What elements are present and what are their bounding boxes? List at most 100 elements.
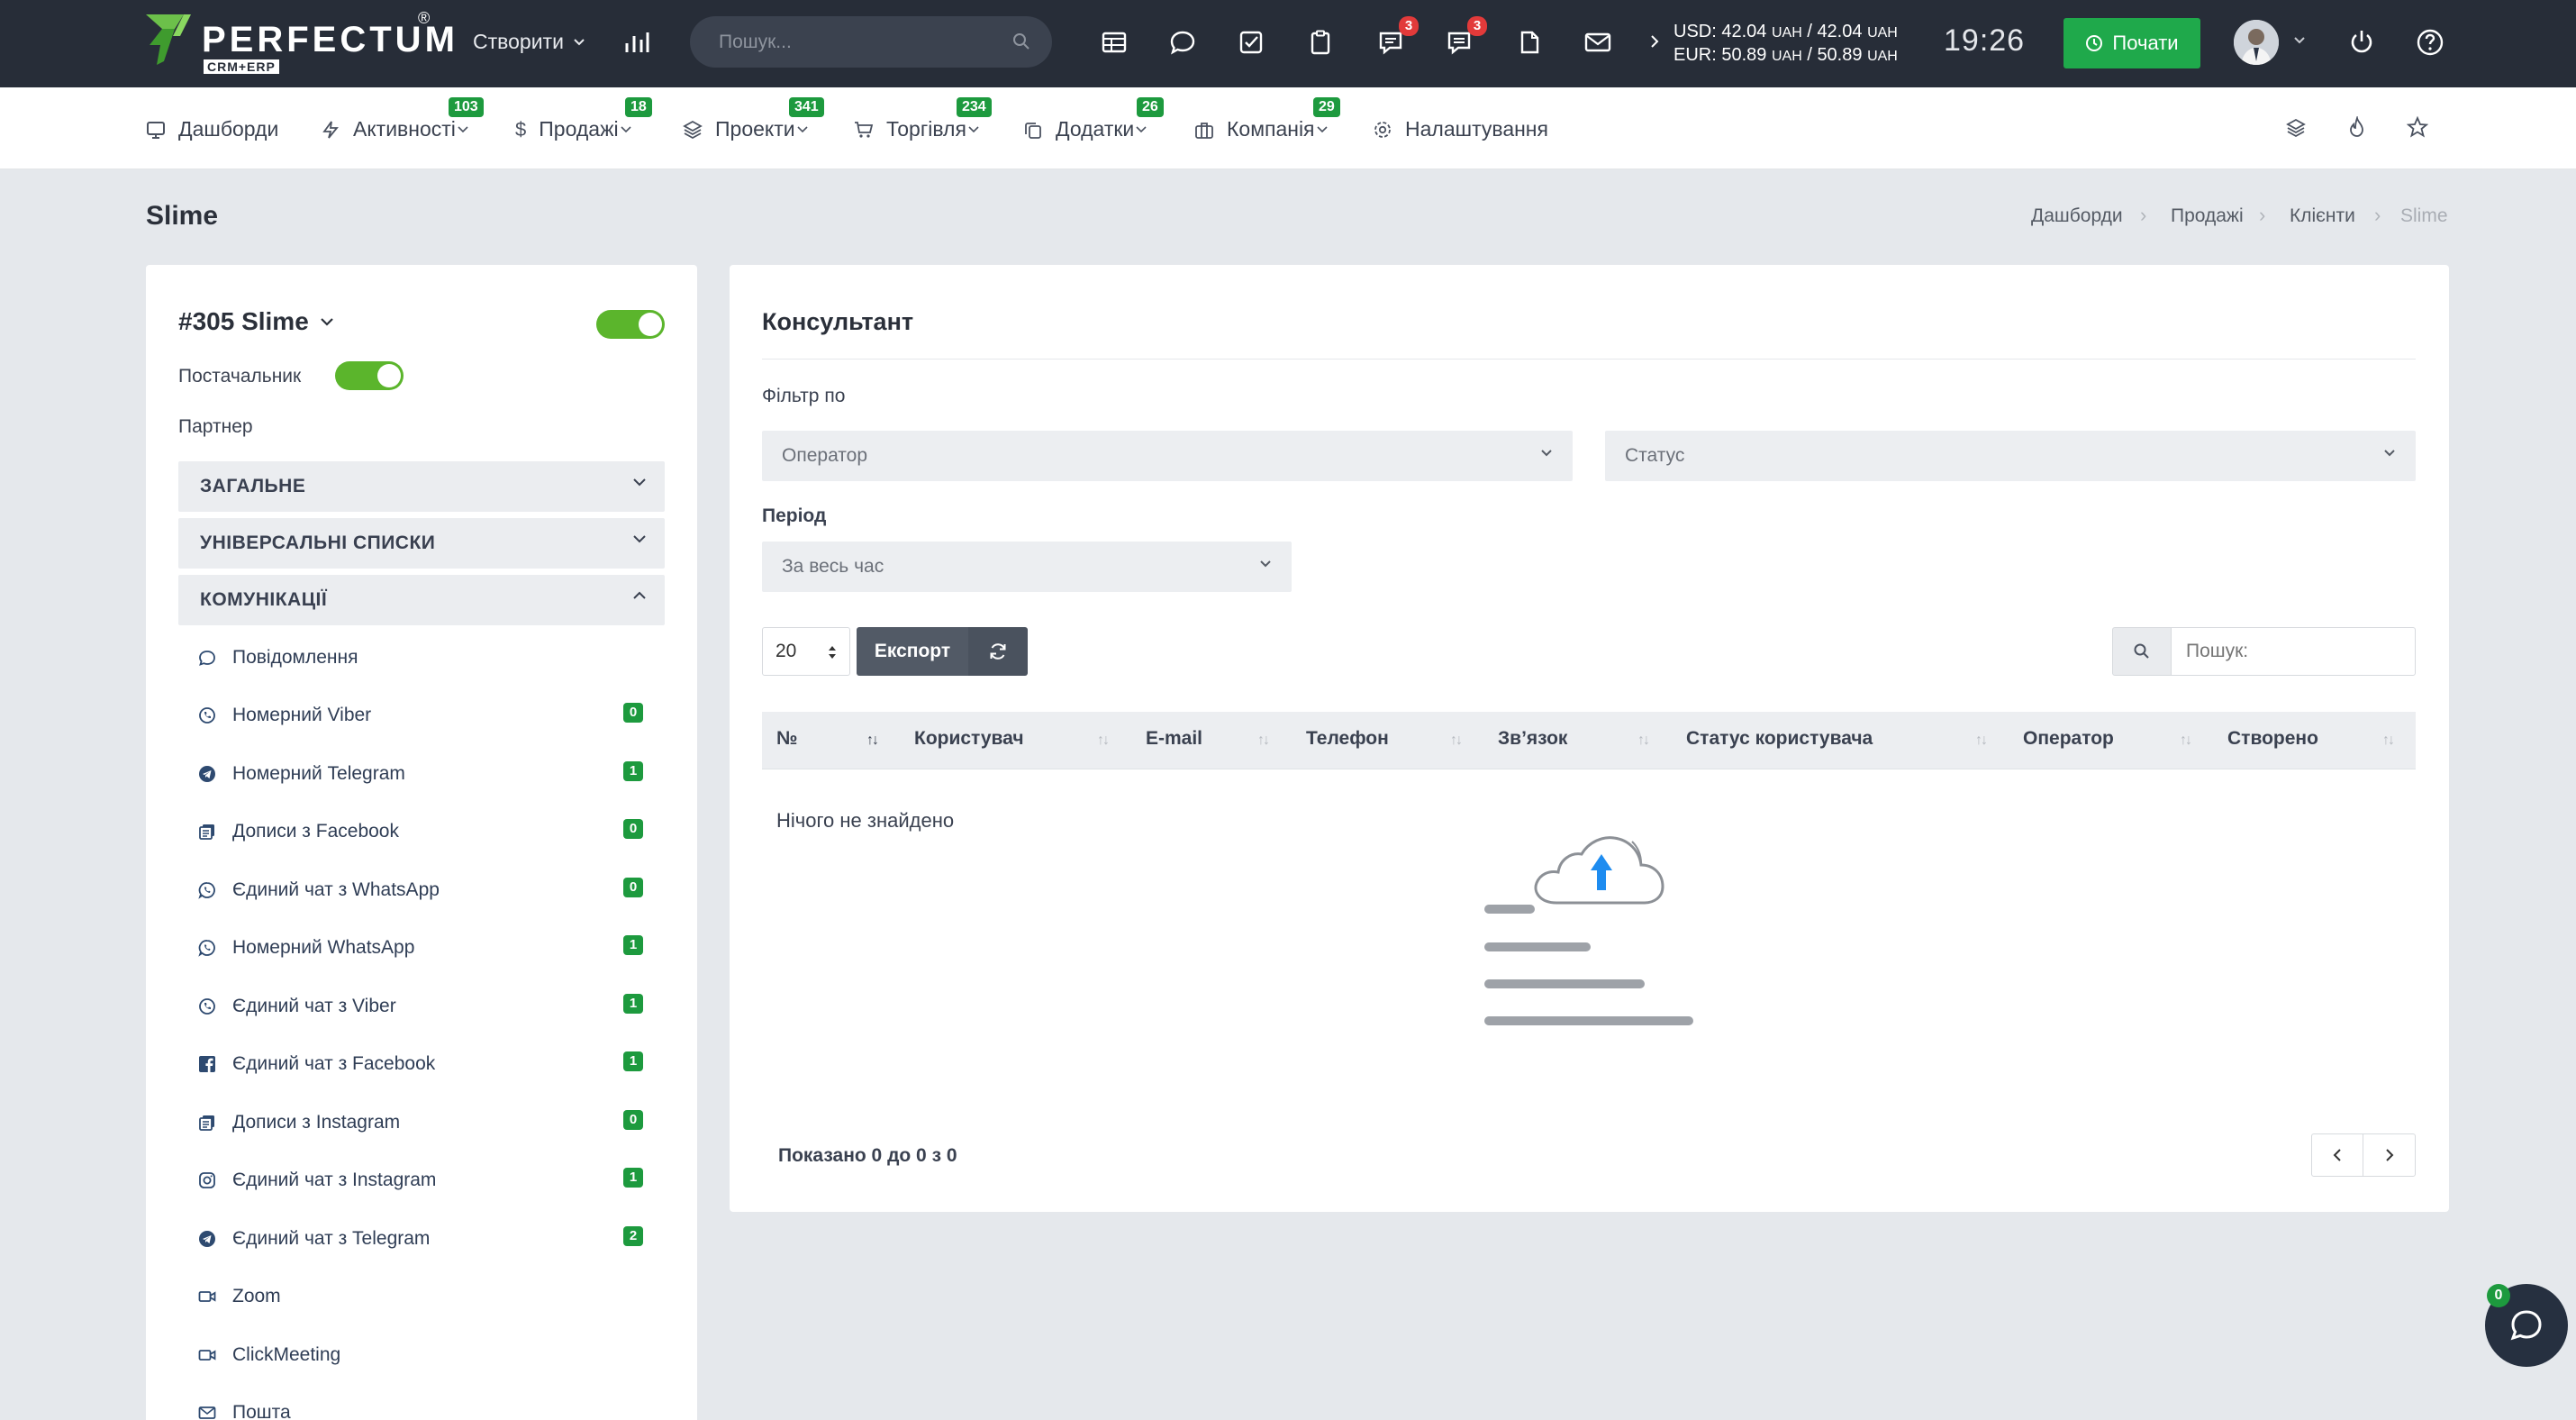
sort-arrows-icon bbox=[829, 646, 836, 659]
pagination-prev-button[interactable] bbox=[2311, 1133, 2363, 1177]
comm-item-telegram-chat[interactable]: Єдиний чат з Telegram bbox=[198, 1228, 430, 1250]
document-icon[interactable] bbox=[1516, 29, 1543, 56]
client-active-toggle[interactable] bbox=[596, 310, 665, 339]
comm-item-instagram-chat[interactable]: Єдиний чат з Instagram bbox=[198, 1170, 436, 1191]
global-search[interactable] bbox=[690, 16, 1052, 68]
menu-item-dashboards[interactable]: Дашборди bbox=[146, 117, 278, 141]
search-icon bbox=[2134, 643, 2149, 659]
chevron-down-icon bbox=[2384, 450, 2395, 457]
chevron-down-icon bbox=[574, 38, 585, 45]
sort-icon[interactable]: ↑↓ bbox=[1097, 733, 1110, 749]
comm-item-number-whatsapp[interactable]: Номерний WhatsApp bbox=[198, 937, 414, 959]
col-email[interactable]: E-mail bbox=[1146, 728, 1202, 750]
comm-item-messages[interactable]: Повідомлення bbox=[198, 647, 358, 669]
monitor-icon bbox=[147, 121, 165, 139]
comm-item-zoom[interactable]: Zoom bbox=[198, 1286, 281, 1307]
comm-item-facebook-chat[interactable]: Єдиний чат з Facebook bbox=[198, 1053, 435, 1075]
section-communications[interactable]: КОМУНІКАЦІЇ bbox=[178, 575, 665, 625]
col-phone[interactable]: Телефон bbox=[1306, 728, 1389, 750]
export-button[interactable]: Експорт bbox=[857, 627, 968, 676]
user-menu-chevron-icon[interactable] bbox=[2293, 36, 2306, 45]
comm-item-instagram-posts[interactable]: Дописи з Instagram bbox=[198, 1112, 400, 1133]
telegram-icon bbox=[199, 766, 215, 782]
comm-item-number-viber[interactable]: Номерний Viber bbox=[198, 705, 371, 726]
comm-item-facebook-posts[interactable]: Дописи з Facebook bbox=[198, 821, 399, 842]
supplier-toggle[interactable] bbox=[335, 361, 404, 390]
currency-expand-icon[interactable] bbox=[1649, 32, 1660, 50]
col-user[interactable]: Користувач bbox=[914, 728, 1024, 750]
client-title-dropdown[interactable]: #305 Slime bbox=[178, 307, 334, 336]
stats-icon[interactable] bbox=[623, 29, 650, 56]
messages-icon[interactable]: 3 bbox=[1446, 16, 1487, 56]
breadcrumb-sales[interactable]: Продажі bbox=[2171, 205, 2244, 227]
menu-item-addons[interactable]: Додатки 26 bbox=[1023, 97, 1164, 141]
start-label: Почати bbox=[2112, 32, 2179, 54]
operator-select[interactable]: Оператор bbox=[762, 431, 1573, 481]
sort-icon[interactable]: ↑↓ bbox=[2382, 733, 2395, 749]
tasks-icon[interactable] bbox=[1238, 29, 1265, 56]
col-operator[interactable]: Оператор bbox=[2023, 728, 2114, 750]
menu-item-projects[interactable]: Проекти 341 bbox=[683, 97, 824, 141]
logo[interactable]: PERFECTUM ® CRM+ERP bbox=[144, 9, 455, 77]
clipboard-icon[interactable] bbox=[1307, 29, 1334, 56]
page-size-select[interactable]: 20 bbox=[762, 627, 850, 676]
col-number[interactable]: № bbox=[776, 728, 797, 750]
power-icon[interactable] bbox=[2348, 28, 2375, 57]
search-icon[interactable] bbox=[1012, 32, 1030, 50]
chevron-down-icon bbox=[1316, 125, 1328, 132]
sort-icon[interactable]: ↑↓ bbox=[1450, 733, 1463, 749]
breadcrumb-dashboards[interactable]: Дашборди bbox=[2031, 205, 2123, 227]
comm-item-viber-chat[interactable]: Єдиний чат з Viber bbox=[198, 996, 396, 1017]
breadcrumb-clients[interactable]: Клієнти bbox=[2290, 205, 2355, 227]
menu-item-company[interactable]: Компанія 29 bbox=[1194, 97, 1340, 141]
mail-icon[interactable] bbox=[1583, 29, 1612, 56]
star-icon[interactable] bbox=[2407, 116, 2428, 138]
pagination-next-button[interactable] bbox=[2363, 1133, 2416, 1177]
viber-icon bbox=[199, 998, 215, 1015]
col-contact[interactable]: Зв’язок bbox=[1498, 728, 1567, 750]
comm-item-mail[interactable]: Пошта bbox=[198, 1402, 291, 1420]
table-icon[interactable] bbox=[1101, 29, 1128, 56]
menu-item-sales[interactable]: $ Продажі 18 bbox=[515, 97, 652, 141]
layers-toggle-icon[interactable] bbox=[2286, 118, 2306, 138]
comm-item-clickmeeting[interactable]: ClickMeeting bbox=[198, 1344, 340, 1366]
help-icon[interactable] bbox=[2416, 28, 2444, 57]
period-select[interactable]: За весь час bbox=[762, 542, 1292, 592]
comm-item-whatsapp-chat[interactable]: Єдиний чат з WhatsApp bbox=[198, 879, 440, 901]
table-search-input[interactable] bbox=[2171, 627, 2416, 676]
notifications-chat-icon[interactable]: 3 bbox=[1377, 16, 1419, 56]
menu-item-trade[interactable]: Торгівля 234 bbox=[854, 97, 992, 141]
sort-icon[interactable]: ↑↓ bbox=[1637, 733, 1650, 749]
sort-active-icon[interactable]: ↑↓ bbox=[866, 733, 879, 749]
chat-bubble-icon bbox=[199, 651, 215, 666]
count-badge: 0 bbox=[623, 878, 643, 897]
section-universal-lists[interactable]: УНІВЕРСАЛЬНІ СПИСКИ bbox=[178, 518, 665, 569]
start-timer-button[interactable]: Почати bbox=[2064, 18, 2200, 68]
posts-icon bbox=[199, 1115, 214, 1131]
registered-mark: ® bbox=[418, 9, 431, 27]
bolt-icon bbox=[322, 120, 339, 139]
chat-widget-button[interactable]: 0 bbox=[2485, 1284, 2568, 1367]
menu-item-activities[interactable]: Активності 103 bbox=[321, 97, 484, 141]
menu-item-settings[interactable]: Налаштування bbox=[1373, 117, 1548, 141]
sort-icon[interactable]: ↑↓ bbox=[1975, 733, 1988, 749]
chat-icon[interactable] bbox=[1169, 29, 1196, 56]
count-badge: 1 bbox=[623, 935, 643, 955]
status-select[interactable]: Статус bbox=[1605, 431, 2416, 481]
col-created[interactable]: Створено bbox=[2227, 728, 2318, 750]
col-user-status[interactable]: Статус користувача bbox=[1686, 728, 1873, 750]
create-menu[interactable]: Створити bbox=[473, 30, 585, 54]
global-search-input[interactable] bbox=[719, 16, 1007, 68]
chat-widget-badge: 0 bbox=[2487, 1284, 2510, 1307]
currency-rates: USD: 42.04 UAH / 42.04 UAH EUR: 50.89 UA… bbox=[1673, 21, 1898, 68]
mail-icon bbox=[198, 1406, 216, 1419]
fire-icon[interactable] bbox=[2347, 116, 2367, 138]
video-icon bbox=[198, 1291, 216, 1302]
section-general[interactable]: ЗАГАЛЬНЕ bbox=[178, 461, 665, 512]
refresh-button[interactable] bbox=[968, 627, 1028, 676]
sort-icon[interactable]: ↑↓ bbox=[2180, 733, 2192, 749]
user-avatar[interactable] bbox=[2234, 20, 2279, 65]
sort-icon[interactable]: ↑↓ bbox=[1257, 733, 1270, 749]
comm-item-number-telegram[interactable]: Номерний Telegram bbox=[198, 763, 405, 785]
breadcrumb-separator: › bbox=[2374, 204, 2381, 226]
